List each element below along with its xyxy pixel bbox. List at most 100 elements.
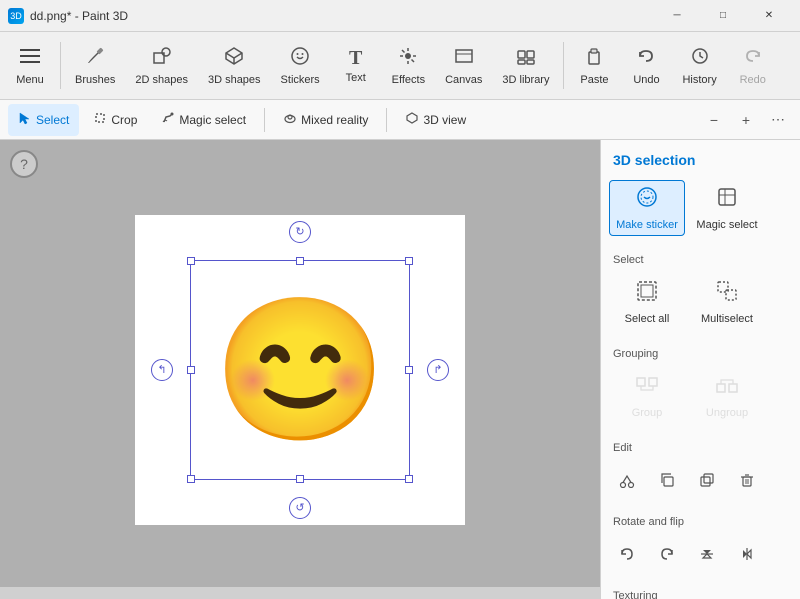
make-sticker-button[interactable]: Make sticker [609,180,685,236]
delete-button[interactable] [729,462,765,498]
toolbar-history[interactable]: History [672,32,726,99]
grouping-section-label: Grouping [601,342,800,364]
select-buttons: Select all Multiselect [601,270,800,334]
help-button[interactable]: ? [10,150,38,178]
sec-mixed-reality[interactable]: Mixed reality [273,104,378,136]
rotate-flip-buttons [601,532,800,576]
texturing-section-label: Texturing [601,584,800,599]
history-label: History [682,74,716,86]
toolbar-menu[interactable]: Menu [4,32,56,99]
zoom-out-button[interactable]: − [700,106,728,134]
ungroup-button[interactable]: Ungroup [689,368,765,424]
magic-select-icon [161,111,175,128]
toolbar-text[interactable]: T Text [330,32,382,99]
sec-3d-view-label: 3D view [423,113,466,127]
sec-magic-select-label: Magic select [179,113,246,127]
effects-label: Effects [392,74,425,86]
flip-vertical-button[interactable] [689,536,725,572]
copy-button[interactable] [649,462,685,498]
right-panel: 3D selection Make sticker Magic select S… [600,140,800,599]
stickers-icon [290,46,310,70]
toolbar-3d-shapes[interactable]: 3D shapes [198,32,271,99]
menu-label: Menu [16,74,44,86]
more-options-button[interactable]: ⋯ [764,106,792,134]
panel-top-buttons: Make sticker Magic select [601,176,800,240]
select-icon [18,111,32,128]
panel-title: 3D selection [601,140,800,176]
redo-icon [743,46,763,70]
effects-icon [398,46,418,70]
toolbar-redo[interactable]: Redo [727,32,779,99]
toolbar-brushes[interactable]: Brushes [65,32,125,99]
canvas-scrollbar[interactable] [0,587,600,599]
history-icon [690,46,710,70]
sec-crop[interactable]: Crop [83,104,147,136]
sec-magic-select[interactable]: Magic select [151,104,256,136]
group-button[interactable]: Group [609,368,685,424]
select-all-label: Select all [625,313,670,325]
app-icon: 3D [8,8,24,24]
canvas-emoji: 😊 [213,300,387,440]
magic-select-panel-button[interactable]: Magic select [689,180,765,236]
canvas-icon [454,46,474,70]
multiselect-button[interactable]: Multiselect [689,274,765,330]
multiselect-icon [715,279,739,309]
cut-button[interactable] [609,462,645,498]
brushes-label: Brushes [75,74,115,86]
grouping-buttons: Group Ungroup [601,364,800,428]
group-icon [635,373,659,403]
rotate-right-button[interactable] [649,536,685,572]
sec-select-label: Select [36,113,69,127]
crop-icon [93,111,107,128]
3d-shapes-icon [224,46,244,70]
toolbar-effects[interactable]: Effects [382,32,435,99]
brushes-icon [85,46,105,70]
maximize-button[interactable]: □ [700,0,746,32]
rotate-left-button[interactable] [609,536,645,572]
select-section-label: Select [601,248,800,270]
toolbar-2d-shapes[interactable]: 2D shapes [125,32,198,99]
secondary-toolbar: Select Crop Magic select Mixed reality 3… [0,100,800,140]
text-label: Text [346,72,366,84]
flip-horizontal-button[interactable] [729,536,765,572]
magic-select-panel-icon [715,185,739,215]
toolbar-undo[interactable]: Undo [620,32,672,99]
zoom-in-button[interactable]: + [732,106,760,134]
text-icon: T [349,48,362,68]
3d-shapes-label: 3D shapes [208,74,261,86]
canvas-content: 😊 [135,215,465,525]
paste-label: Paste [580,74,608,86]
2d-shapes-label: 2D shapes [135,74,188,86]
edit-section-label: Edit [601,436,800,458]
sec-sep-1 [264,108,265,132]
2d-shapes-icon [152,46,172,70]
sec-select[interactable]: Select [8,104,79,136]
toolbar-paste[interactable]: Paste [568,32,620,99]
make-sticker-icon [635,185,659,215]
sec-mixed-reality-label: Mixed reality [301,113,368,127]
select-all-button[interactable]: Select all [609,274,685,330]
3d-library-icon [516,46,536,70]
magic-select-panel-label: Magic select [696,219,757,231]
title-bar-controls: ─ □ ✕ [654,0,792,32]
sec-sep-2 [386,108,387,132]
sec-3d-view[interactable]: 3D view [395,104,476,136]
3d-view-icon [405,111,419,128]
sec-crop-label: Crop [111,113,137,127]
toolbar-stickers[interactable]: Stickers [271,32,330,99]
main-area: ? 😊 ↻ ↺ ↰ ↱ [0,140,800,599]
undo-icon [636,46,656,70]
toolbar-3d-library[interactable]: 3D library [492,32,559,99]
toolbar-sep-2 [563,42,564,89]
window-title: dd.png* - Paint 3D [30,9,128,23]
select-all-icon [635,279,659,309]
undo-label: Undo [633,74,659,86]
duplicate-button[interactable] [689,462,725,498]
toolbar-canvas[interactable]: Canvas [435,32,492,99]
canvas-area[interactable]: ? 😊 ↻ ↺ ↰ ↱ [0,140,600,599]
close-button[interactable]: ✕ [746,0,792,32]
canvas-label: Canvas [445,74,482,86]
make-sticker-label: Make sticker [616,219,678,231]
minimize-button[interactable]: ─ [654,0,700,32]
ungroup-label: Ungroup [706,407,748,419]
